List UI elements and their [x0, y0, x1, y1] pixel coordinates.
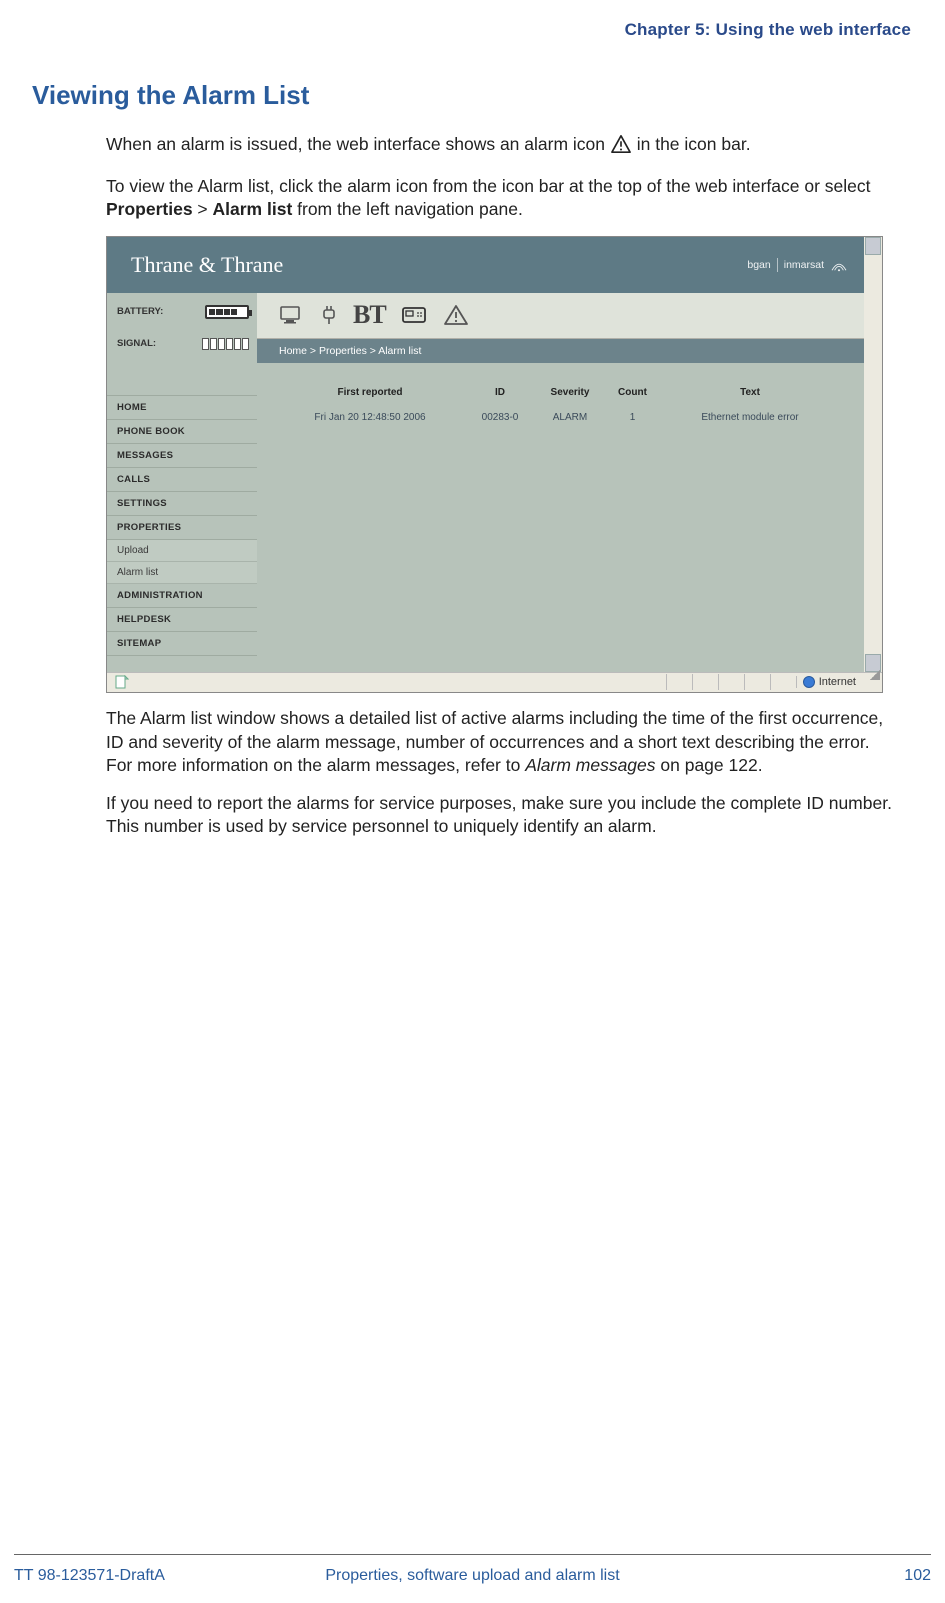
nav-helpdesk[interactable]: HELPDESK: [107, 608, 257, 632]
nav-home[interactable]: HOME: [107, 395, 257, 420]
paragraph-4: If you need to report the alarms for ser…: [106, 792, 897, 839]
p2-b: from the left navigation pane.: [292, 199, 523, 219]
nav-administration[interactable]: ADMINISTRATION: [107, 584, 257, 608]
td-severity: ALARM: [535, 412, 605, 423]
nav-sub-alarmlist[interactable]: Alarm list: [107, 562, 257, 584]
scroll-up-button[interactable]: [865, 237, 881, 255]
td-id: 00283-0: [465, 412, 535, 423]
nav-settings[interactable]: SETTINGS: [107, 492, 257, 516]
p1-a: When an alarm is issued, the web interfa…: [106, 134, 610, 154]
logo-bgan: bgan: [747, 259, 770, 271]
section-title: Viewing the Alarm List: [32, 80, 913, 111]
battery-label: BATTERY:: [117, 306, 163, 317]
p1-b: in the icon bar.: [637, 134, 751, 154]
brand-logo: Thrane & Thrane: [131, 252, 283, 278]
scrollbar-vertical[interactable]: [864, 237, 882, 672]
sidebar: BATTERY: SIGNAL: HOME PHONE BOOK MESS: [107, 293, 257, 672]
ie-page-icon: [111, 674, 133, 690]
alarm-table-header: First reported ID Severity Count Text: [275, 381, 846, 412]
p2-alarmlist: Alarm list: [213, 199, 293, 219]
breadcrumb: Home > Properties > Alarm list: [257, 339, 864, 363]
paragraph-3: The Alarm list window shows a detailed l…: [106, 707, 897, 778]
td-first-reported: Fri Jan 20 12:48:50 2006: [275, 412, 465, 423]
nav-sitemap[interactable]: SITEMAP: [107, 632, 257, 656]
nav-sub-upload[interactable]: Upload: [107, 540, 257, 562]
icon-bar: BT: [257, 293, 864, 339]
nav-calls[interactable]: CALLS: [107, 468, 257, 492]
footer-rule: [14, 1554, 931, 1555]
td-text: Ethernet module error: [660, 412, 840, 423]
logo-inmarsat: inmarsat: [784, 259, 824, 271]
p3-a: The Alarm list window shows a detailed l…: [106, 708, 883, 775]
th-severity: Severity: [535, 387, 605, 398]
app-header: Thrane & Thrane bgan inmarsat: [107, 237, 864, 293]
globe-icon: [803, 676, 815, 688]
td-count: 1: [605, 412, 660, 423]
web-interface-screenshot: Thrane & Thrane bgan inmarsat: [106, 236, 883, 693]
p2-properties: Properties: [106, 199, 193, 219]
p2-gt: >: [193, 199, 213, 219]
plug-icon[interactable]: [319, 304, 339, 326]
signal-icon: [202, 338, 249, 350]
battery-icon: [205, 305, 249, 319]
th-count: Count: [605, 387, 660, 398]
footer-center: Properties, software upload and alarm li…: [14, 1567, 931, 1585]
alarm-icon-bar[interactable]: [442, 303, 470, 327]
paragraph-1: When an alarm is issued, the web interfa…: [106, 133, 897, 161]
satellite-icon: [830, 258, 848, 272]
nav-properties[interactable]: PROPERTIES: [107, 516, 257, 540]
bt-icon[interactable]: BT: [353, 300, 386, 330]
th-text: Text: [660, 387, 840, 398]
partner-logos: bgan inmarsat: [747, 258, 848, 272]
zone-label: Internet: [819, 676, 856, 688]
alarm-icon: [610, 134, 632, 161]
paragraph-2: To view the Alarm list, click the alarm …: [106, 175, 897, 222]
alarm-table-row: Fri Jan 20 12:48:50 2006 00283-0 ALARM 1…: [275, 412, 846, 423]
computer-icon[interactable]: [279, 304, 305, 326]
phone-icon[interactable]: [400, 304, 428, 326]
signal-label: SIGNAL:: [117, 338, 156, 349]
scroll-down-button[interactable]: [865, 654, 881, 672]
browser-statusbar: Internet: [107, 672, 882, 692]
p3-b: on page 122.: [656, 755, 763, 775]
th-first-reported: First reported: [275, 387, 465, 398]
page-footer: TT 98-123571-DraftA Properties, software…: [14, 1567, 931, 1585]
chapter-heading: Chapter 5: Using the web interface: [32, 20, 913, 40]
p3-ref: Alarm messages: [525, 755, 655, 775]
p2-a: To view the Alarm list, click the alarm …: [106, 176, 871, 196]
security-zone: Internet: [796, 676, 866, 688]
th-id: ID: [465, 387, 535, 398]
nav-phonebook[interactable]: PHONE BOOK: [107, 420, 257, 444]
nav-messages[interactable]: MESSAGES: [107, 444, 257, 468]
